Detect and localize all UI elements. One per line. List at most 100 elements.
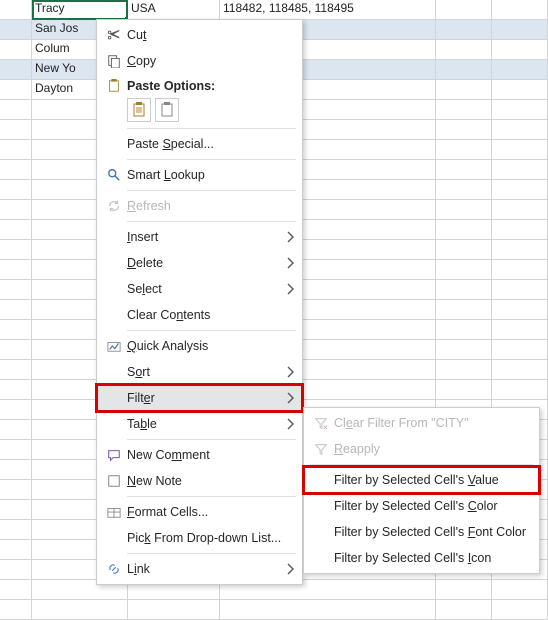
cell[interactable] <box>0 540 32 560</box>
cell[interactable] <box>128 600 220 620</box>
paste-option-default[interactable] <box>127 98 151 122</box>
cell[interactable] <box>436 280 492 300</box>
menu-quick-analysis[interactable]: Quick Analysis <box>97 333 302 359</box>
cell[interactable] <box>436 580 492 600</box>
cell[interactable] <box>0 460 32 480</box>
cell[interactable] <box>436 340 492 360</box>
cell-ids[interactable]: 118482, 118485, 118495 <box>220 0 436 20</box>
cell[interactable] <box>0 420 32 440</box>
cell[interactable] <box>436 60 492 80</box>
menu-select[interactable]: Select <box>97 276 302 302</box>
cell[interactable] <box>0 440 32 460</box>
cell[interactable] <box>492 40 548 60</box>
cell[interactable] <box>220 600 436 620</box>
cell[interactable] <box>492 320 548 340</box>
cell[interactable] <box>0 380 32 400</box>
submenu-filter-by-color[interactable]: Filter by Selected Cell's Color <box>304 493 539 519</box>
cell[interactable] <box>0 340 32 360</box>
cell[interactable] <box>0 300 32 320</box>
cell[interactable] <box>492 260 548 280</box>
cell[interactable] <box>0 500 32 520</box>
row-handle[interactable] <box>0 40 32 60</box>
cell[interactable] <box>492 220 548 240</box>
menu-delete[interactable]: Delete <box>97 250 302 276</box>
cell-country[interactable]: USA <box>128 0 220 20</box>
cell[interactable] <box>32 600 128 620</box>
cell[interactable] <box>0 580 32 600</box>
cell[interactable] <box>436 360 492 380</box>
row-handle[interactable] <box>0 20 32 40</box>
cell[interactable] <box>0 600 32 620</box>
cell[interactable] <box>0 360 32 380</box>
cell[interactable] <box>492 280 548 300</box>
menu-clear-contents[interactable]: Clear Contents <box>97 302 302 328</box>
cell[interactable] <box>436 180 492 200</box>
paste-option-values[interactable] <box>155 98 179 122</box>
cell[interactable] <box>436 240 492 260</box>
row-handle[interactable] <box>0 0 32 20</box>
cell[interactable] <box>436 220 492 240</box>
menu-new-note[interactable]: New Note <box>97 468 302 494</box>
cell[interactable] <box>0 160 32 180</box>
cell[interactable] <box>492 580 548 600</box>
cell[interactable] <box>0 220 32 240</box>
cell[interactable] <box>492 360 548 380</box>
cell[interactable] <box>436 120 492 140</box>
cell[interactable] <box>436 200 492 220</box>
menu-link[interactable]: Link <box>97 556 302 582</box>
cell[interactable] <box>436 600 492 620</box>
cell[interactable] <box>492 200 548 220</box>
cell[interactable] <box>492 240 548 260</box>
cell[interactable] <box>492 600 548 620</box>
cell[interactable] <box>492 20 548 40</box>
cell[interactable] <box>492 380 548 400</box>
menu-pick-from-list[interactable]: Pick From Drop-down List... <box>97 525 302 551</box>
cell[interactable] <box>0 280 32 300</box>
cell[interactable] <box>436 100 492 120</box>
submenu-filter-by-icon[interactable]: Filter by Selected Cell's Icon <box>304 545 539 571</box>
cell[interactable] <box>436 80 492 100</box>
cell[interactable] <box>492 300 548 320</box>
cell[interactable] <box>492 120 548 140</box>
cell[interactable] <box>436 40 492 60</box>
cell[interactable] <box>492 60 548 80</box>
cell-city[interactable]: Tracy <box>32 0 128 20</box>
cell[interactable] <box>0 240 32 260</box>
menu-sort[interactable]: Sort <box>97 359 302 385</box>
menu-format-cells[interactable]: Format Cells... <box>97 499 302 525</box>
cell[interactable] <box>436 0 492 20</box>
menu-cut[interactable]: Cut <box>97 22 302 48</box>
submenu-filter-by-font-color[interactable]: Filter by Selected Cell's Font Color <box>304 519 539 545</box>
row-handle[interactable] <box>0 80 32 100</box>
submenu-filter-by-value[interactable]: Filter by Selected Cell's Value <box>304 467 539 493</box>
cell[interactable] <box>0 520 32 540</box>
cell[interactable] <box>0 140 32 160</box>
cell[interactable] <box>436 140 492 160</box>
menu-new-comment[interactable]: New Comment <box>97 442 302 468</box>
cell[interactable] <box>0 260 32 280</box>
cell[interactable] <box>436 260 492 280</box>
row-handle[interactable] <box>0 60 32 80</box>
cell[interactable] <box>492 140 548 160</box>
cell[interactable] <box>436 160 492 180</box>
cell[interactable] <box>492 340 548 360</box>
menu-paste-special[interactable]: Paste Special... <box>97 131 302 157</box>
cell[interactable] <box>0 120 32 140</box>
menu-filter[interactable]: Filter <box>97 385 302 411</box>
cell[interactable] <box>0 400 32 420</box>
cell[interactable] <box>0 180 32 200</box>
cell[interactable] <box>0 560 32 580</box>
cell[interactable] <box>436 300 492 320</box>
cell[interactable] <box>0 320 32 340</box>
menu-table[interactable]: Table <box>97 411 302 437</box>
cell[interactable] <box>436 320 492 340</box>
cell[interactable] <box>436 380 492 400</box>
cell[interactable] <box>0 100 32 120</box>
cell[interactable] <box>492 100 548 120</box>
cell[interactable] <box>0 480 32 500</box>
cell[interactable] <box>436 20 492 40</box>
menu-smart-lookup[interactable]: Smart Lookup <box>97 162 302 188</box>
cell[interactable] <box>492 160 548 180</box>
cell[interactable] <box>0 200 32 220</box>
cell[interactable] <box>492 180 548 200</box>
